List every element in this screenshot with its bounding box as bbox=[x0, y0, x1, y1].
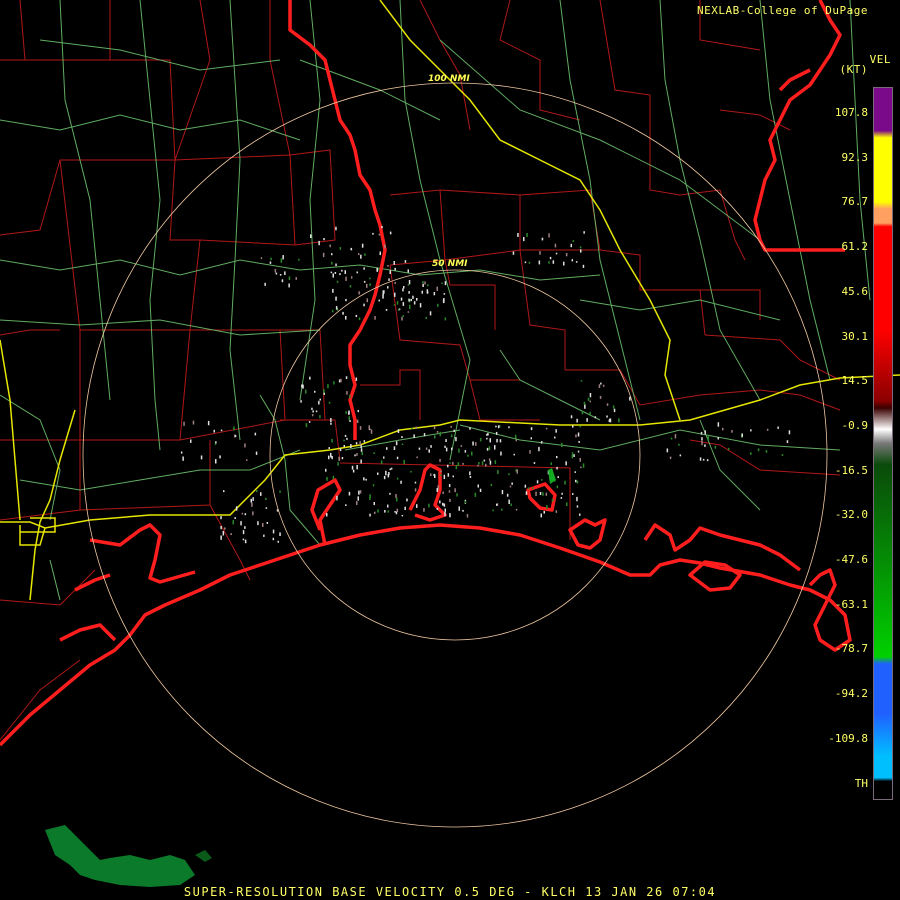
legend-tick-12: -78.7 bbox=[834, 642, 868, 656]
range-ring-label-50: 50 NMI bbox=[432, 259, 468, 269]
legend-unit: (KT) bbox=[839, 63, 868, 76]
velocity-color-scale bbox=[873, 87, 893, 800]
legend-tick-13: -94.2 bbox=[834, 687, 868, 701]
legend-tick-9: -32.0 bbox=[834, 508, 868, 522]
credit-text: NEXLAB-College of DuPage bbox=[697, 4, 868, 17]
legend-tick-4: 45.6 bbox=[841, 284, 869, 298]
legend-tick-10: -47.6 bbox=[834, 553, 868, 566]
legend-product: VEL bbox=[869, 53, 891, 66]
legend-tick-2: 76.7 bbox=[841, 195, 869, 209]
legend-tick-7: -0.9 bbox=[841, 418, 869, 432]
legend-tick-6: 14.5 bbox=[841, 374, 869, 388]
legend-tick-14: -109.8 bbox=[828, 731, 868, 745]
legend-tick-3: 61.2 bbox=[841, 240, 869, 254]
radar-map bbox=[0, 0, 900, 900]
legend-tick-15: TH bbox=[854, 776, 868, 790]
legend-tick-5: 30.1 bbox=[841, 329, 869, 343]
legend-tick-0: 107.8 bbox=[834, 106, 868, 119]
product-title: SUPER-RESOLUTION BASE VELOCITY 0.5 DEG -… bbox=[183, 885, 717, 899]
legend-tick-8: -16.5 bbox=[834, 463, 868, 477]
legend-tick-1: 92.3 bbox=[841, 150, 869, 164]
legend-tick-11: -63.1 bbox=[834, 597, 868, 611]
range-ring-label-100: 100 NMI bbox=[428, 74, 470, 84]
